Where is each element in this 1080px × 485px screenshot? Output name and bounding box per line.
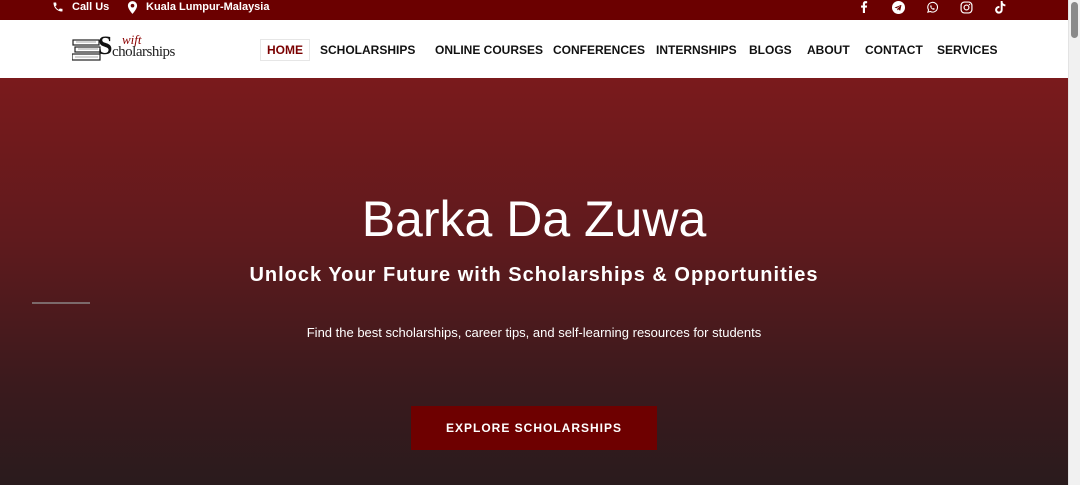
facebook-icon[interactable]: [857, 0, 871, 14]
logo-text-bottom: cholarships: [112, 44, 175, 60]
main-navbar: S wift cholarships HOME SCHOLARSHIPS ONL…: [0, 20, 1068, 78]
site-logo[interactable]: S wift cholarships: [72, 31, 175, 65]
slider-indicator[interactable]: [32, 302, 90, 304]
tiktok-icon[interactable]: [993, 0, 1007, 14]
nav-contact[interactable]: CONTACT: [865, 39, 923, 61]
nav-home[interactable]: HOME: [260, 39, 310, 61]
hero-subtitle: Unlock Your Future with Scholarships & O…: [249, 264, 819, 286]
hero-title: Barka Da Zuwa: [361, 191, 707, 247]
nav-blogs[interactable]: BLOGS: [749, 39, 792, 61]
telegram-icon[interactable]: [891, 0, 905, 14]
explore-scholarships-button[interactable]: EXPLORE SCHOLARSHIPS: [411, 406, 657, 450]
location-info: Kuala Lumpur-Malaysia: [127, 0, 269, 14]
logo-letter: S: [98, 31, 113, 60]
nav-online-courses[interactable]: ONLINE COURSES: [435, 39, 543, 61]
hero-description: Find the best scholarships, career tips,…: [306, 325, 762, 340]
call-us-label: Call Us: [72, 1, 110, 13]
instagram-icon[interactable]: [959, 0, 973, 14]
phone-icon: [53, 2, 63, 12]
page-scrollbar[interactable]: [1068, 0, 1080, 485]
nav-services[interactable]: SERVICES: [937, 39, 997, 61]
call-us-link[interactable]: Call Us: [52, 0, 109, 14]
nav-scholarships[interactable]: SCHOLARSHIPS: [320, 39, 415, 61]
map-pin-icon: [127, 0, 138, 14]
nav-internships[interactable]: INTERNSHIPS: [656, 39, 737, 61]
scrollbar-thumb[interactable]: [1071, 2, 1078, 38]
hero-section: Barka Da Zuwa Unlock Your Future with Sc…: [0, 78, 1068, 485]
nav-about[interactable]: ABOUT: [807, 39, 850, 61]
whatsapp-icon[interactable]: [925, 0, 939, 14]
location-label: Kuala Lumpur-Malaysia: [146, 1, 270, 13]
social-links: [837, 0, 1007, 14]
nav-conferences[interactable]: CONFERENCES: [553, 39, 645, 61]
top-bar: Call Us Kuala Lumpur-Malaysia: [0, 0, 1068, 20]
